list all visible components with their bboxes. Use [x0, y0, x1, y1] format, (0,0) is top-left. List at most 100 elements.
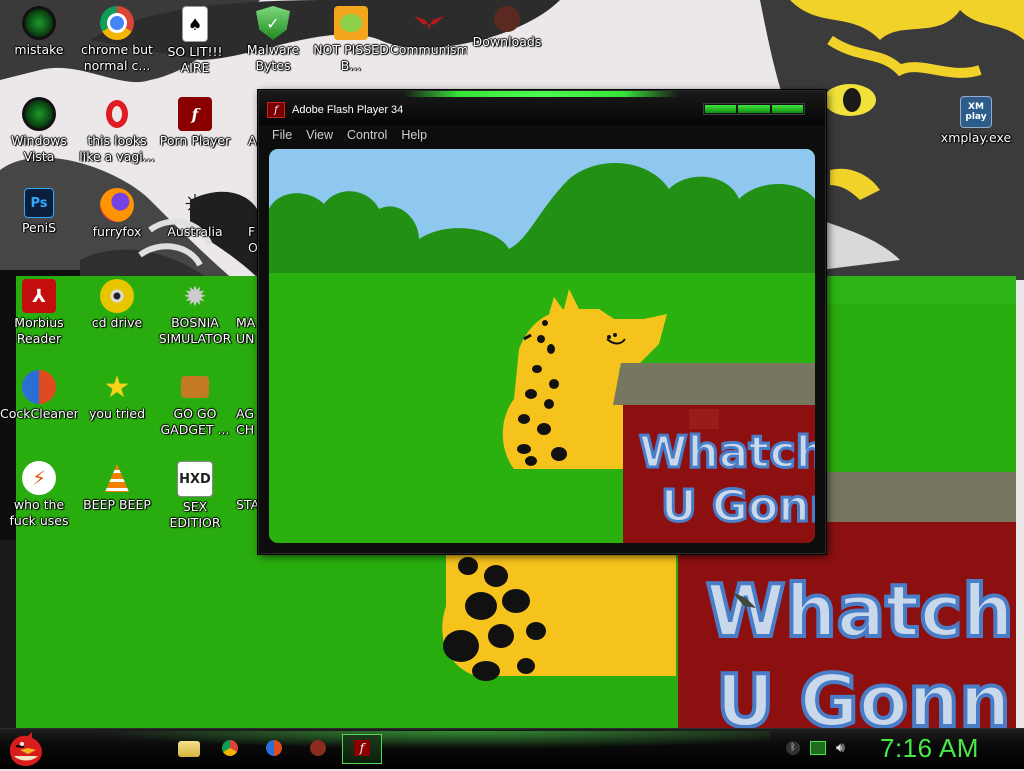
desktop-icon-mistake[interactable]: mistake — [0, 6, 78, 58]
desktop-icon-label: mistake — [14, 42, 64, 57]
desktop-icon-label: CockCleaner — [0, 406, 78, 421]
menu-help[interactable]: Help — [394, 126, 434, 144]
ccleaner-icon — [22, 370, 56, 404]
chrome-icon — [100, 6, 134, 40]
desktop-icon-label: F Of — [248, 224, 258, 255]
opera-icon — [100, 97, 134, 131]
desktop-icon-label: NOT PISSED B... — [313, 42, 389, 73]
desktop-icon-penis[interactable]: Ps PeniS — [0, 188, 78, 236]
desktop-icon-label: Communism — [390, 42, 468, 57]
window-titlebar[interactable]: f Adobe Flash Player 34 — [259, 91, 825, 125]
desktop-icon-who-uses-this[interactable]: ⚡ who the fuck uses this — [0, 461, 78, 529]
system-tray: ᛒ 🔊︎ — [786, 737, 845, 759]
taskbar-chrome-icon[interactable] — [222, 740, 238, 756]
spider-icon: ✳ — [184, 190, 206, 220]
bluetooth-icon[interactable]: ᛒ — [786, 741, 800, 755]
desktop-icon-chrome[interactable]: chrome but normal c... — [78, 6, 156, 74]
desktop-icon-opera[interactable]: this looks like a vagi... — [78, 97, 156, 165]
partial-icon — [234, 279, 258, 313]
flash-stage[interactable]: Whatch U Gonn — [269, 149, 815, 543]
desktop-icon-label: Downloads — [472, 34, 542, 49]
desktop-icon-label: STA — [236, 497, 258, 512]
flash-animation-frame: Whatch U Gonn — [269, 149, 815, 543]
menu-view[interactable]: View — [299, 126, 340, 144]
star-icon: ★ — [103, 369, 131, 405]
titlebar-accent — [403, 91, 679, 97]
desktop-icon-furryfox[interactable]: furryfox — [78, 188, 156, 240]
xmplay-icon: XM play — [960, 96, 992, 128]
partial-icon — [234, 461, 258, 495]
desktop-icon-xmplay[interactable]: XM play xmplay.exe — [936, 96, 1016, 146]
flash-icon: f — [354, 740, 370, 756]
desktop-icon-partial-ag[interactable]: AG CH — [234, 370, 258, 438]
start-button[interactable] — [6, 730, 46, 768]
window-title: Adobe Flash Player 34 — [292, 104, 404, 116]
volume-icon[interactable]: 🔊︎ — [836, 740, 845, 756]
briefcase-icon — [181, 376, 209, 398]
desktop-icon-beep-beep[interactable]: BEEP BEEP — [78, 461, 156, 513]
desktop-icon-partial-sta[interactable]: STA — [234, 461, 258, 513]
desktop-icon-bosnia-simulator[interactable]: ✹ BOSNIA SIMULATOR — [156, 279, 234, 347]
desktop-icon-not-pissed[interactable]: NOT PISSED B... — [312, 6, 390, 74]
desktop-icon-communism[interactable]: Communism — [390, 6, 468, 58]
desktop-icon-label: cd drive — [91, 315, 143, 330]
desktop-icon-label: Malware Bytes — [246, 42, 300, 73]
taskbar: f ᛒ 🔊︎ 7:16 AM — [0, 728, 1024, 769]
close-button[interactable] — [771, 105, 803, 113]
desktop-icon-partial-a[interactable]: A — [234, 97, 258, 149]
angry-bird-icon — [10, 732, 42, 766]
folder-creature-icon — [494, 6, 520, 32]
menu-file[interactable]: File — [265, 126, 299, 144]
green-orb-icon — [22, 6, 56, 40]
desktop-icon-partial-ma[interactable]: MA UN — [234, 279, 258, 347]
desktop-icon-porn-player[interactable]: f Porn Player — [156, 97, 234, 149]
taskbar-creature-icon[interactable] — [310, 740, 326, 756]
desktop-icon-label: AG CH — [236, 406, 255, 437]
desktop-icon-label: you tried — [88, 406, 146, 421]
desktop-icon-label: Porn Player — [159, 133, 231, 148]
menu-control[interactable]: Control — [340, 126, 394, 144]
desktop-icon-label: SEX EDITIOR — [169, 499, 221, 530]
desktop-icon-label: BOSNIA SIMULATOR — [158, 315, 232, 346]
desktop-icon-label: A — [248, 133, 257, 148]
desktop-icon-downloads[interactable]: Downloads — [468, 6, 546, 50]
desktop-icon-label: PeniS — [21, 220, 57, 235]
desktop-icon-you-tried[interactable]: ★ you tried — [78, 370, 156, 422]
taskbar-flash-button[interactable]: f — [342, 734, 382, 764]
desktop-icon-cockcleaner[interactable]: CockCleaner — [0, 370, 78, 422]
gear-sphere-icon: ✹ — [183, 279, 207, 313]
desktop-icon-cd-drive[interactable]: cd drive — [78, 279, 156, 331]
desktop-icon-sex-editior[interactable]: HXD SEX EDITIOR — [156, 461, 234, 531]
background-sign-text-1: Whatch — [706, 569, 1014, 653]
shield-check-icon: ✓ — [256, 6, 290, 40]
desktop-icon-label: who the fuck uses this — [9, 497, 69, 528]
cd-icon — [100, 279, 134, 313]
hxd-icon: HXD — [177, 461, 213, 497]
menu-bar: File View Control Help — [265, 126, 434, 144]
taskbar-ccleaner-icon[interactable] — [266, 740, 282, 756]
desktop-icon-australia[interactable]: ✳ Australia — [156, 188, 234, 240]
taskbar-clock[interactable]: 7:16 AM — [880, 733, 979, 764]
minimize-button[interactable] — [705, 105, 737, 113]
desktop-icon-label: SO LIT!!! AIRE — [167, 44, 223, 75]
flash-icon: f — [267, 102, 285, 118]
playing-card-icon: ♠ — [182, 6, 208, 42]
desktop-icon-morbius-reader[interactable]: ⅄ Morbius Reader — [0, 279, 78, 347]
green-orb-icon — [22, 97, 56, 131]
desktop-icon-go-go-gadget[interactable]: GO GO GADGET ... — [156, 370, 234, 438]
maximize-button[interactable] — [738, 105, 770, 113]
desktop-icon-malware-bytes[interactable]: ✓ Malware Bytes — [234, 6, 312, 74]
taskbar-folder-icon[interactable] — [178, 741, 200, 757]
partial-icon — [234, 188, 258, 222]
desktop-icon-label: BEEP BEEP — [83, 497, 151, 512]
network-icon[interactable] — [810, 741, 826, 755]
flash-icon: f — [178, 97, 212, 131]
flash-player-window[interactable]: f Adobe Flash Player 34 File View Contro… — [258, 90, 826, 554]
desktop-icon-so-lit-aire[interactable]: ♠ SO LIT!!! AIRE — [156, 6, 234, 76]
desktop-icon-windows-vista[interactable]: Windows Vista — [0, 97, 78, 165]
desktop-icon-partial-f[interactable]: F Of — [234, 188, 258, 256]
angry-pig-icon — [334, 6, 368, 40]
firefox-icon — [100, 188, 134, 222]
desktop-icon-label: xmplay.exe — [940, 130, 1012, 145]
desktop-icon-label: Australia — [167, 224, 223, 239]
